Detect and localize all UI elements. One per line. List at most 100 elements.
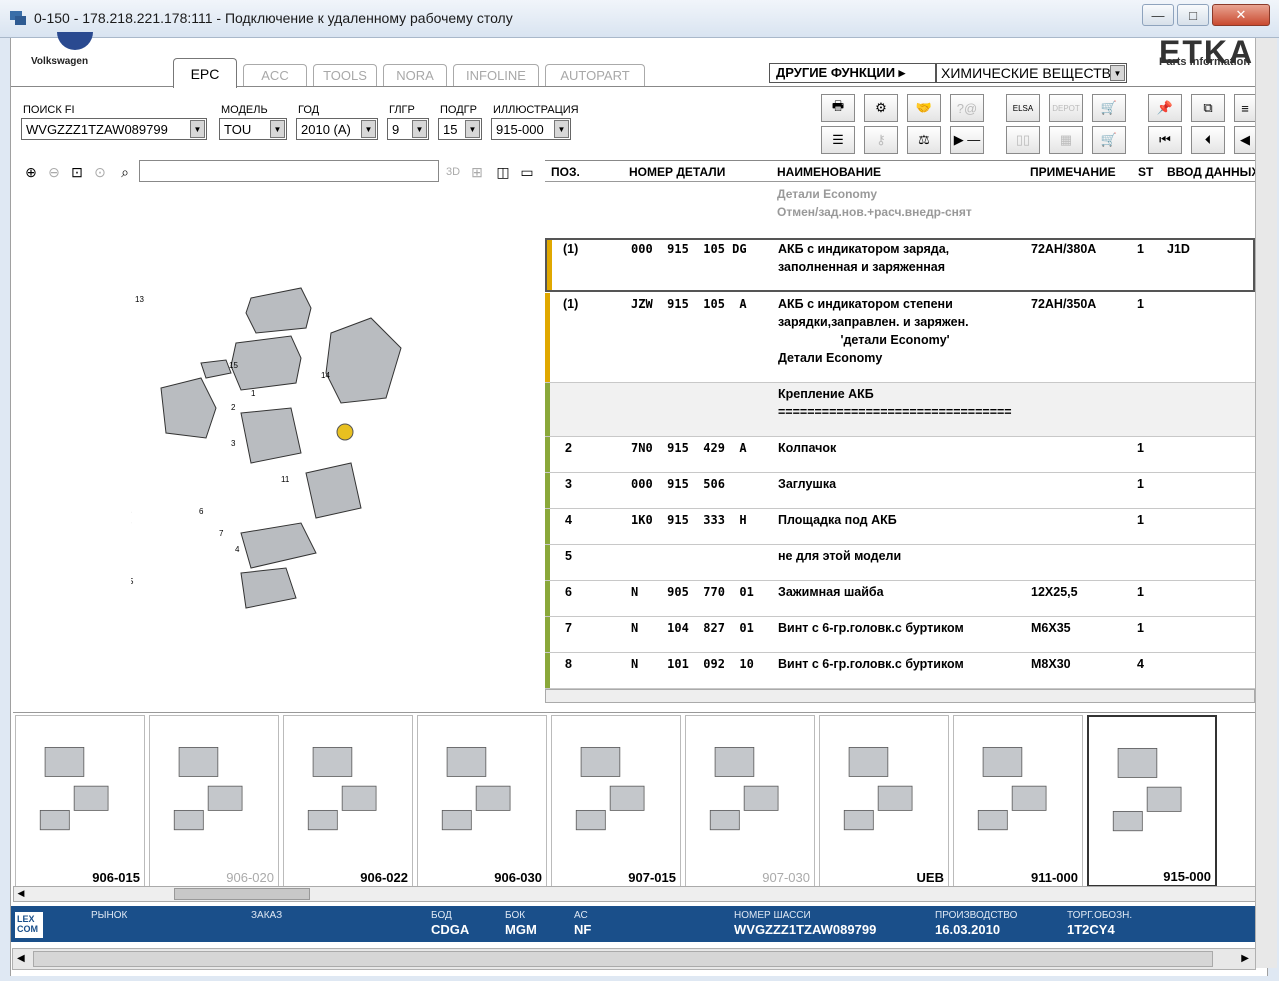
scroll-thumb[interactable]	[174, 888, 310, 900]
chevron-down-icon[interactable]: ▼	[465, 120, 480, 138]
table-row[interactable]: 8 N 101 092 10 Винт с 6-гр.головк.с бурт…	[545, 653, 1255, 689]
tab-epc[interactable]: EPC	[173, 58, 237, 88]
diagram-callout-label[interactable]: 6	[199, 507, 204, 516]
battery-exploded-diagram[interactable]: 13161514122110311896745	[131, 278, 431, 618]
table-row[interactable]: 3 000 915 506 Заглушка 1	[545, 473, 1255, 509]
col-part-no[interactable]: НОМЕР ДЕТАЛИ	[629, 165, 725, 179]
tab-infoline[interactable]: INFOLINE	[453, 64, 539, 86]
print-button[interactable]: 🖶	[821, 94, 855, 122]
table-row[interactable]: 5 не для этой модели	[545, 545, 1255, 581]
service-button[interactable]: ⚙	[864, 94, 898, 122]
diagram-callout-label[interactable]: 11	[281, 475, 290, 484]
model-select[interactable]: TOU ▼	[219, 118, 287, 140]
list-button[interactable]: ☰	[821, 126, 855, 154]
thumbnail-UEB[interactable]: UEB	[819, 715, 949, 887]
search-fi-field[interactable]: WVGZZZ1TZAW089799 ▼	[21, 118, 207, 140]
table-row[interactable]: (1) JZW 915 105 A АКБ с индикатором степ…	[545, 293, 1255, 383]
diagram-callout-label[interactable]: 14	[321, 371, 330, 380]
pin-button[interactable]: 📌	[1148, 94, 1182, 122]
other-functions-button[interactable]: ДРУГИЕ ФУНКЦИИ ▸	[769, 63, 936, 83]
other-functions-select[interactable]: ХИМИЧЕСКИЕ ВЕЩЕСТВА ▼	[936, 63, 1127, 83]
diagram-callout-label[interactable]: 3	[231, 439, 236, 448]
tab-acc[interactable]: ACC	[243, 64, 307, 86]
table-hscrollbar[interactable]	[545, 689, 1255, 703]
prev-button[interactable]: ⏴	[1191, 126, 1225, 154]
col-pos[interactable]: ПОЗ.	[551, 165, 580, 179]
chevron-down-icon[interactable]: ▼	[412, 120, 427, 138]
depot-button[interactable]: DEPOT	[1049, 94, 1083, 122]
chevron-down-icon[interactable]: ▼	[190, 120, 205, 138]
diagram-callout-label[interactable]: 2	[231, 403, 236, 412]
diagram-callout-label[interactable]: 8	[131, 507, 132, 516]
table-row[interactable]: 2 7N0 915 429 A Колпачок 1	[545, 437, 1255, 473]
thumbnail-scrollbar[interactable]: ◀	[13, 886, 1261, 902]
doc-button[interactable]: ≡	[1234, 94, 1256, 122]
help-button[interactable]: ?@	[950, 94, 984, 122]
balance-button[interactable]: ⚖	[907, 126, 941, 154]
table-row[interactable]: 4 1K0 915 333 H Площадка под АКБ 1	[545, 509, 1255, 545]
thumbnail-906-022[interactable]: 906-022	[283, 715, 413, 887]
thumbnail-911-000[interactable]: 911-000	[953, 715, 1083, 887]
close-button[interactable]: ✕	[1212, 4, 1270, 26]
thumbnail-907-015[interactable]: 907-015	[551, 715, 681, 887]
zoom-in-button[interactable]: ⊕	[21, 162, 41, 182]
stock-button[interactable]: ▦	[1049, 126, 1083, 154]
thumbnail-907-030[interactable]: 907-030	[685, 715, 815, 887]
diagram-callout-label[interactable]: 15	[229, 361, 238, 370]
key-button[interactable]: ⚷	[864, 126, 898, 154]
col-note[interactable]: ПРИМЕЧАНИЕ	[1030, 165, 1116, 179]
col-input[interactable]: ВВОД ДАННЫХ	[1167, 165, 1259, 179]
cart-button[interactable]: 🛒	[1092, 126, 1126, 154]
elsa-button[interactable]: ELSA	[1006, 94, 1040, 122]
table-row[interactable]: 7 N 104 827 01 Винт с 6-гр.головк.с бурт…	[545, 617, 1255, 653]
chevron-down-icon[interactable]: ▼	[554, 120, 569, 138]
handshake-button[interactable]: 🤝	[907, 94, 941, 122]
zoom-percent-button[interactable]: ⊙	[90, 162, 110, 182]
tab-autopart[interactable]: AUTOPART	[545, 64, 645, 86]
table-row[interactable]: Крепление АКБ ==========================…	[545, 383, 1255, 437]
year-select[interactable]: 2010 (A) ▼	[296, 118, 378, 140]
diagram-callout-label[interactable]: 5	[131, 577, 134, 586]
search-button[interactable]: ⌕	[115, 162, 135, 182]
window-vscrollbar[interactable]	[1255, 38, 1277, 968]
zoom-out-button[interactable]: ⊖	[44, 162, 64, 182]
diagram-search-input[interactable]	[139, 160, 439, 182]
split-view-button[interactable]: ◫	[493, 162, 513, 182]
tab-tools[interactable]: TOOLS	[313, 64, 377, 86]
illustration-select[interactable]: 915-000 ▼	[491, 118, 571, 140]
chevron-down-icon[interactable]: ▼	[270, 120, 285, 138]
col-st[interactable]: ST	[1138, 165, 1153, 179]
single-view-button[interactable]: ▭	[517, 162, 537, 182]
chevron-down-icon[interactable]: ▼	[361, 120, 376, 138]
maximize-button[interactable]: □	[1177, 4, 1209, 26]
diagram-callout-label[interactable]: 7	[219, 529, 224, 538]
play-minus-button[interactable]: ▶ —	[950, 126, 984, 154]
first-button[interactable]: ⏮	[1148, 126, 1182, 154]
3d-button[interactable]: 3D	[443, 162, 463, 182]
table-row[interactable]: 6 N 905 770 01 Зажимная шайба 12X25,5 1	[545, 581, 1255, 617]
diagram-callout-label[interactable]: 1	[251, 389, 256, 398]
pages-button[interactable]: ⧉	[1191, 94, 1225, 122]
col-name[interactable]: НАИМЕНОВАНИЕ	[777, 165, 881, 179]
thumbnail-906-030[interactable]: 906-030	[417, 715, 547, 887]
scroll-right-icon[interactable]: ▶	[1241, 953, 1249, 964]
grid-view-button[interactable]: ⊞	[467, 162, 487, 182]
compare-button[interactable]: ▯▯	[1006, 126, 1040, 154]
scroll-thumb[interactable]	[33, 951, 1213, 967]
minimize-button[interactable]: —	[1142, 4, 1174, 26]
back-button[interactable]: ◀	[1234, 126, 1256, 154]
chevron-down-icon[interactable]: ▼	[1110, 65, 1125, 81]
podgr-select[interactable]: 15 ▼	[438, 118, 482, 140]
glgr-select[interactable]: 9 ▼	[387, 118, 429, 140]
scroll-left-icon[interactable]: ◀	[17, 953, 25, 964]
cart-export-button[interactable]: 🛒	[1092, 94, 1126, 122]
tab-nora[interactable]: NORA	[383, 64, 447, 86]
table-row[interactable]: (1) 000 915 105 DG АКБ с индикатором зар…	[545, 238, 1255, 292]
zoom-fit-button[interactable]: ⊡	[67, 162, 87, 182]
diagram-callout-label[interactable]: 4	[235, 545, 240, 554]
thumbnail-906-020[interactable]: 906-020	[149, 715, 279, 887]
window-hscrollbar[interactable]: ◀ ▶	[12, 948, 1256, 970]
scroll-left-icon[interactable]: ◀	[15, 888, 27, 900]
thumbnail-906-015[interactable]: 906-015	[15, 715, 145, 887]
thumbnail-915-000[interactable]: 915-000	[1087, 715, 1217, 887]
